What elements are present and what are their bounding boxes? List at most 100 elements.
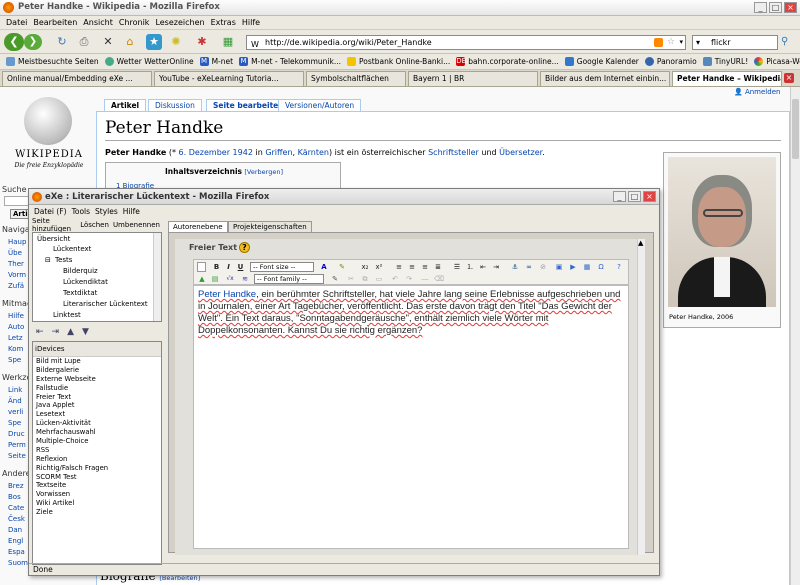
sidebar-link[interactable]: Übe <box>8 249 22 257</box>
idevice-item[interactable]: RSS <box>33 446 161 455</box>
italic-icon[interactable]: I <box>224 262 233 272</box>
help-icon[interactable]: ? <box>239 242 250 253</box>
sidebar-link[interactable]: Spe <box>8 419 21 427</box>
sidebar-link[interactable]: Brez <box>8 482 24 490</box>
highlight-icon[interactable]: ✎ <box>336 262 348 272</box>
exe-menu-hilfe[interactable]: Hilfe <box>123 207 140 216</box>
bookmark-item[interactable]: Google Kalender <box>564 57 639 66</box>
sidebar-link[interactable]: Bos <box>8 493 21 501</box>
justify-icon[interactable]: ≣ <box>433 262 443 272</box>
bookmark-item[interactable]: Wetter WetterOnline <box>104 57 194 66</box>
bookmark-item[interactable]: M M-net - Telekommunik... <box>239 57 341 66</box>
delete-button[interactable]: Löschen <box>80 221 109 229</box>
move-up-icon[interactable]: ▲ <box>67 327 74 337</box>
dropdown-icon[interactable]: ▾ <box>679 36 683 49</box>
bookmark-item[interactable]: Meistbesuchte Seiten <box>6 57 99 66</box>
insert-file-icon[interactable]: ▤ <box>210 274 220 284</box>
idevice-item[interactable]: Vorwissen <box>33 490 161 499</box>
idevice-item[interactable]: Fallstudie <box>33 384 161 393</box>
tab-symbolschaltflaechen[interactable]: Symbolschaltflächen <box>306 71 406 86</box>
align-center-icon[interactable]: ≡ <box>407 262 417 272</box>
idevice-item[interactable]: SCORM Test <box>33 473 161 482</box>
bookmark-item[interactable]: Picasa-Webalben <box>754 57 800 66</box>
print-icon[interactable]: ⎙ <box>76 34 92 50</box>
portrait-image[interactable] <box>668 157 776 307</box>
link-icon[interactable]: ∞ <box>524 262 534 272</box>
addon2-icon[interactable]: ✱ <box>194 34 210 50</box>
tab-diskussion[interactable]: Diskussion <box>148 99 202 111</box>
menu-bearbeiten[interactable]: Bearbeiten <box>33 18 77 27</box>
idevice-item[interactable]: Lesetext <box>33 410 161 419</box>
sidebar-link[interactable]: Kom <box>8 345 23 353</box>
text-link-peter-handke[interactable]: Peter Handke <box>198 289 256 300</box>
search-engine-icon[interactable]: ▾ <box>696 36 700 49</box>
tab-close-icon[interactable]: × <box>784 73 794 83</box>
sidebar-link[interactable]: Auto <box>8 323 24 331</box>
charmap-icon[interactable]: Ω <box>596 262 606 272</box>
sidebar-link[interactable]: Engl <box>8 537 23 545</box>
insert-image-icon[interactable]: ▲ <box>197 274 207 284</box>
tab-bayern1[interactable]: Bayern 1 | BR <box>408 71 538 86</box>
sidebar-link[interactable]: Perm <box>8 441 26 449</box>
menu-extras[interactable]: Extras <box>211 18 236 27</box>
scroll-up-icon[interactable]: ▲ <box>638 239 643 247</box>
sidebar-link[interactable]: Cate <box>8 504 24 512</box>
font-family-select[interactable]: -- Font family -- <box>254 274 324 284</box>
sidebar-link[interactable]: Hilfe <box>8 312 24 320</box>
redo-icon[interactable]: ↷ <box>404 274 414 284</box>
sidebar-link[interactable]: Česk <box>8 515 25 523</box>
bookmark-item[interactable]: TinyURL! <box>702 57 748 66</box>
menu-chronik[interactable]: Chronik <box>119 18 150 27</box>
font-color-icon[interactable]: A <box>318 262 330 272</box>
outline-node[interactable]: Lückentext <box>53 245 91 253</box>
idevice-item[interactable]: Externe Webseite <box>33 375 161 384</box>
idevice-item[interactable]: Bild mit Lupe <box>33 357 161 366</box>
toc-hide-link[interactable]: [Verbergen] <box>244 168 283 176</box>
idevice-item[interactable]: Mehrfachauswahl <box>33 428 161 437</box>
numbered-list-icon[interactable]: ⒈ <box>465 262 475 272</box>
help-editor-icon[interactable]: ? <box>612 262 626 272</box>
menu-lesezeichen[interactable]: Lesezeichen <box>155 18 204 27</box>
outline-node[interactable]: Lückendiktat <box>63 278 108 286</box>
idevice-item[interactable]: Multiple-Choice <box>33 437 161 446</box>
exe-menu-styles[interactable]: Styles <box>95 207 118 216</box>
bookmark-icon[interactable]: ★ <box>146 34 162 50</box>
exe-maximize-button[interactable]: □ <box>628 191 641 202</box>
sidebar-link[interactable]: Spe <box>8 356 21 364</box>
sidebar-search-input[interactable] <box>4 196 30 206</box>
superscript-icon[interactable]: x² <box>374 262 384 272</box>
outdent-icon[interactable]: ⇤ <box>478 262 488 272</box>
underline-icon[interactable]: U <box>236 262 245 272</box>
add-page-button[interactable]: Seite hinzufügen <box>32 217 76 233</box>
bookmark-item[interactable]: M M-net <box>199 57 233 66</box>
tab-artikel[interactable]: Artikel <box>104 99 147 111</box>
bookmark-item[interactable]: DB bahn.corporate-online... <box>456 57 559 66</box>
subscript-icon[interactable]: x₂ <box>360 262 370 272</box>
menu-hilfe[interactable]: Hilfe <box>242 18 260 27</box>
editor-scrollbar[interactable]: ▲ <box>637 239 645 555</box>
flash-icon[interactable]: ≋ <box>240 274 250 284</box>
sidebar-link[interactable]: Seite <box>8 452 26 460</box>
copy-icon[interactable]: ⧉ <box>360 274 370 284</box>
math-icon[interactable]: √x <box>223 274 237 284</box>
sidebar-link[interactable]: Änd <box>8 397 22 405</box>
back-button[interactable]: ❮ <box>4 33 24 51</box>
cut-icon[interactable]: ✂ <box>346 274 356 284</box>
search-go-icon[interactable]: ⚲ <box>781 36 788 47</box>
url-input[interactable]: W http://de.wikipedia.org/wiki/Peter_Han… <box>246 35 686 50</box>
sidebar-link[interactable]: Vorm <box>8 271 26 279</box>
forward-button[interactable]: ❯ <box>24 34 42 50</box>
bold-icon[interactable]: B <box>212 262 221 272</box>
tab-autorenebene[interactable]: Autorenebene <box>168 221 228 232</box>
idevice-item[interactable]: Lücken-Aktivität <box>33 419 161 428</box>
sidebar-link[interactable]: Espa <box>8 548 25 556</box>
undo-icon[interactable]: ↶ <box>390 274 400 284</box>
hr-icon[interactable]: ― <box>420 274 430 284</box>
schriftsteller-link[interactable]: Schriftsteller <box>428 148 479 157</box>
kaernten-link[interactable]: Kärnten <box>298 148 329 157</box>
indent-icon[interactable]: ⇥ <box>491 262 501 272</box>
uebersetzer-link[interactable]: Übersetzer <box>499 148 542 157</box>
sidebar-link[interactable]: Druc <box>8 430 25 438</box>
outline-scrollbar[interactable] <box>153 233 161 321</box>
tab-projekteigenschaften[interactable]: Projekteigenschaften <box>228 221 312 232</box>
